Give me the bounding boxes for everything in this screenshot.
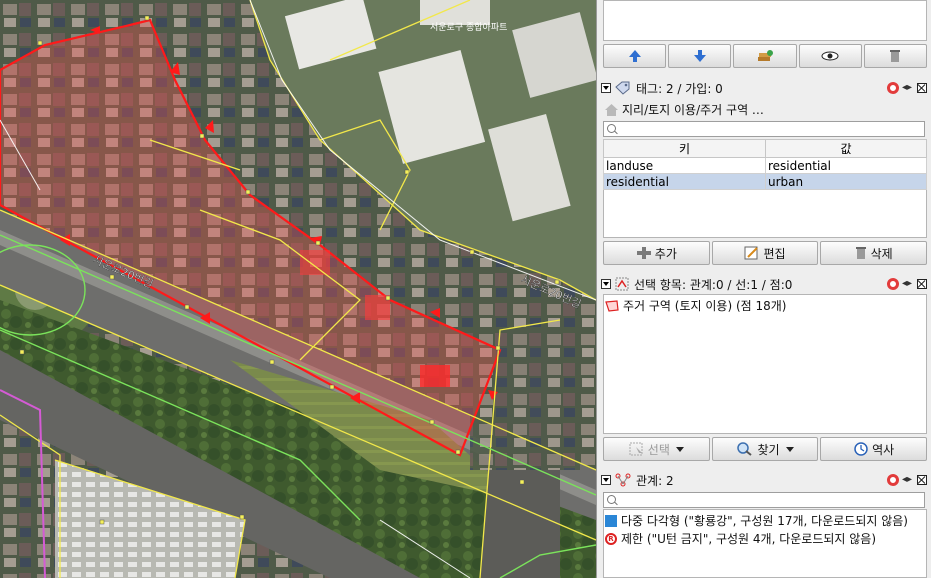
search-icon [607, 124, 616, 133]
layer-stack-icon [758, 50, 773, 61]
arrow-up-icon [628, 50, 641, 62]
help-icon[interactable] [887, 474, 899, 486]
history-label: 역사 [872, 442, 895, 457]
relations-header-title: 관계: 2 [636, 473, 674, 488]
tag-table: 키 값 landuse residential residential urba… [603, 139, 927, 190]
move-down-button[interactable] [668, 44, 732, 68]
list-item[interactable]: 주거 구역 (토지 이용) (점 18개) [605, 297, 786, 314]
select-label: 선택 [647, 442, 670, 457]
magnifier-icon [737, 442, 753, 456]
selection-toolbar: 선택 찾기 역사 [603, 437, 928, 461]
preset-row[interactable]: 지리/토지 이용/주거 구역 … [605, 101, 764, 118]
chevron-down-icon[interactable] [785, 446, 794, 452]
history-button[interactable]: 역사 [820, 437, 928, 461]
list-item[interactable]: 다중 다각형 ("황룡강", 구성원 17개, 다운로드되지 않음) [605, 512, 908, 529]
house-icon [605, 103, 618, 116]
history-icon [854, 442, 868, 456]
map-canvas[interactable]: 서운로20번길 서운로20번길 서운로구 종합아파트 [0, 0, 596, 578]
relation-item-label: 제한 ("U턴 금지", 구성원 4개, 다운로드되지 않음) [621, 532, 877, 546]
area-icon [605, 299, 619, 312]
edit-icon [744, 246, 759, 260]
pin-icon[interactable]: ◂▸ [902, 475, 914, 485]
no-u-turn-icon: R [605, 532, 617, 545]
plus-icon [636, 247, 651, 259]
table-row[interactable]: residential urban [603, 173, 927, 190]
arrow-down-icon [693, 50, 706, 62]
sidebar-panel: 태그: 2 / 가입: 0 ◂▸ 지리/토지 이용/주거 구역 … 키 값 la… [596, 0, 931, 578]
pin-icon[interactable]: ◂▸ [902, 83, 914, 93]
close-icon[interactable] [917, 475, 927, 485]
select-icon [629, 442, 643, 456]
chevron-down-icon[interactable] [675, 446, 684, 452]
tag-search-input[interactable] [603, 121, 925, 137]
selection-header: 선택 항목: 관계:0 / 선:1 / 점:0 ◂▸ [601, 275, 927, 293]
merge-layers-button[interactable] [733, 44, 797, 68]
select-button[interactable]: 선택 [603, 437, 710, 461]
table-row[interactable]: landuse residential [603, 157, 927, 174]
tag-value-cell[interactable]: urban [765, 173, 927, 190]
relation-search-input[interactable] [603, 492, 925, 508]
collapse-toggle[interactable] [601, 279, 611, 289]
complex-label: 서운로구 종합아파트 [430, 22, 507, 33]
collapse-toggle[interactable] [601, 475, 611, 485]
relation-item-label: 다중 다각형 ("황룡강", 구성원 17개, 다운로드되지 않음) [621, 514, 908, 528]
trash-icon [890, 50, 901, 62]
toggle-visibility-button[interactable] [798, 44, 862, 68]
trash-icon [855, 247, 866, 259]
delete-layer-button[interactable] [863, 44, 928, 68]
find-label: 찾기 [757, 442, 780, 457]
relation-icon [615, 473, 631, 487]
map-view[interactable]: 서운로20번길 서운로20번길 서운로구 종합아파트 [0, 0, 596, 578]
tag-column-key[interactable]: 키 [603, 139, 766, 158]
pin-icon[interactable]: ◂▸ [902, 279, 914, 289]
add-tag-label: 추가 [654, 246, 677, 261]
selection-header-title: 선택 항목: 관계:0 / 선:1 / 점:0 [634, 277, 793, 292]
selection-item-label: 주거 구역 (토지 이용) (점 18개) [623, 299, 787, 313]
close-icon[interactable] [917, 279, 927, 289]
preset-label: 지리/토지 이용/주거 구역 … [622, 103, 764, 117]
tags-header: 태그: 2 / 가입: 0 ◂▸ [601, 79, 927, 97]
layer-list[interactable] [603, 0, 927, 41]
relations-header: 관계: 2 ◂▸ [601, 471, 927, 489]
tag-toolbar: 추가 편집 삭제 [603, 241, 928, 265]
selection-list[interactable] [603, 294, 927, 434]
collapse-toggle[interactable] [601, 83, 611, 93]
layer-toolbar [603, 44, 928, 68]
tag-column-value[interactable]: 값 [765, 139, 927, 158]
edit-tag-button[interactable]: 편집 [711, 241, 819, 265]
move-up-button[interactable] [603, 44, 667, 68]
add-tag-button[interactable]: 추가 [603, 241, 710, 265]
help-icon[interactable] [887, 82, 899, 94]
tag-icon [615, 81, 630, 95]
eye-icon [821, 51, 839, 61]
search-icon [607, 495, 616, 504]
tags-header-title: 태그: 2 / 가입: 0 [636, 81, 723, 96]
tag-key-cell[interactable]: landuse [603, 157, 766, 174]
delete-tag-button[interactable]: 삭제 [820, 241, 928, 265]
tag-key-cell[interactable]: residential [603, 173, 766, 190]
edit-tag-label: 편집 [763, 246, 786, 261]
help-icon[interactable] [887, 278, 899, 290]
tag-value-cell[interactable]: residential [765, 157, 927, 174]
list-item[interactable]: R 제한 ("U턴 금지", 구성원 4개, 다운로드되지 않음) [605, 530, 876, 547]
delete-tag-label: 삭제 [870, 246, 893, 261]
close-icon[interactable] [917, 83, 927, 93]
find-button[interactable]: 찾기 [711, 437, 819, 461]
multipolygon-icon [605, 514, 617, 527]
selection-icon [615, 277, 629, 291]
